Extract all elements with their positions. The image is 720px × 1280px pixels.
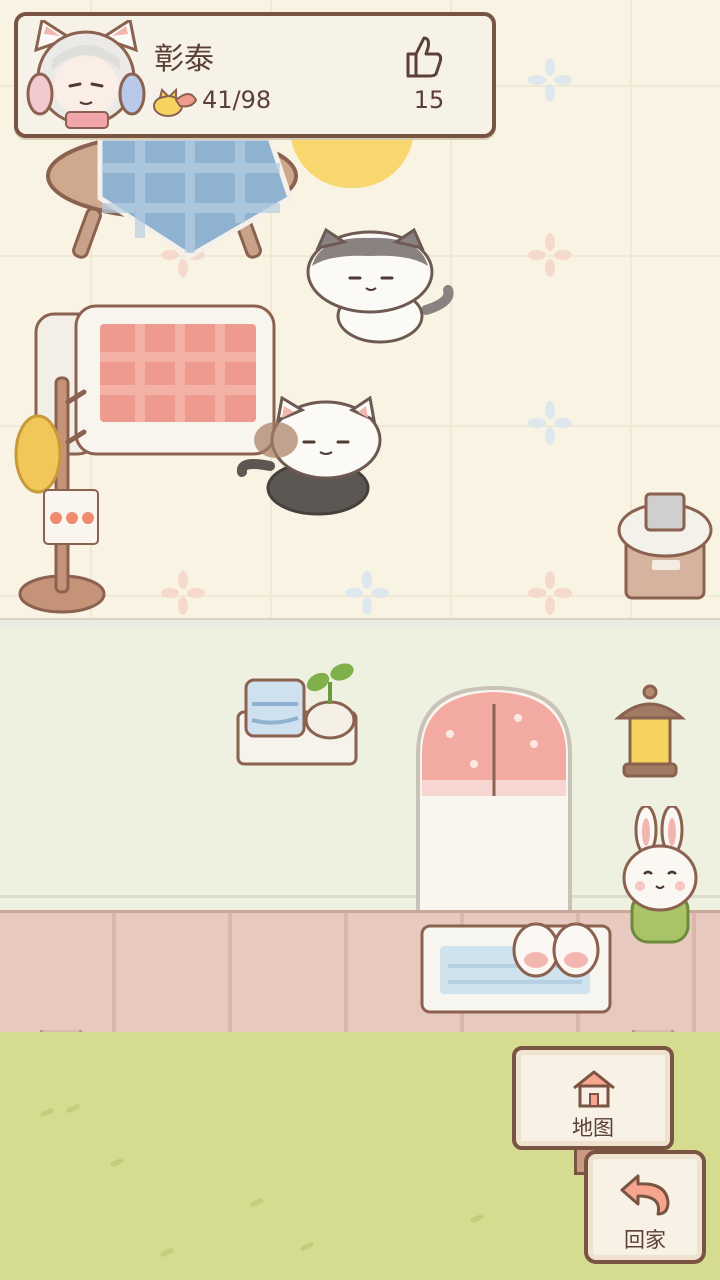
wall-lantern — [614, 684, 686, 778]
floor-flower-decoration — [528, 233, 572, 277]
coat-rack — [14, 376, 106, 614]
rabbit-npc[interactable] — [620, 806, 700, 946]
doorway-curtain — [416, 685, 572, 910]
shrimp-icon — [153, 87, 198, 117]
player-name: 彰泰 — [154, 42, 214, 77]
return-arrow-icon — [620, 1174, 670, 1216]
likes-count: 15 — [413, 86, 445, 114]
go-home-button[interactable]: 回家 — [584, 1150, 706, 1264]
wall-shelf — [236, 663, 358, 766]
wall-baseboard — [0, 895, 720, 898]
thumbs-up-icon[interactable] — [404, 34, 444, 80]
grey-white-cat — [306, 227, 454, 344]
black-white-cat — [236, 396, 382, 516]
shrimp-count: 41/98 — [202, 86, 272, 114]
round-table — [46, 132, 298, 259]
map-button[interactable]: 地图 — [512, 1046, 674, 1150]
go-home-button-label: 回家 — [624, 1228, 666, 1252]
floor-flower-decoration — [528, 58, 572, 102]
player-avatar[interactable] — [26, 20, 146, 132]
trash-bin — [617, 492, 713, 600]
floor-flower-decoration — [161, 571, 205, 615]
house-icon — [573, 1070, 615, 1108]
map-button-label: 地图 — [572, 1116, 614, 1140]
floor-flower-decoration — [528, 571, 572, 615]
doormat-slippers — [420, 922, 612, 1014]
floor-flower-decoration — [345, 571, 389, 615]
floor-flower-decoration — [528, 401, 572, 445]
